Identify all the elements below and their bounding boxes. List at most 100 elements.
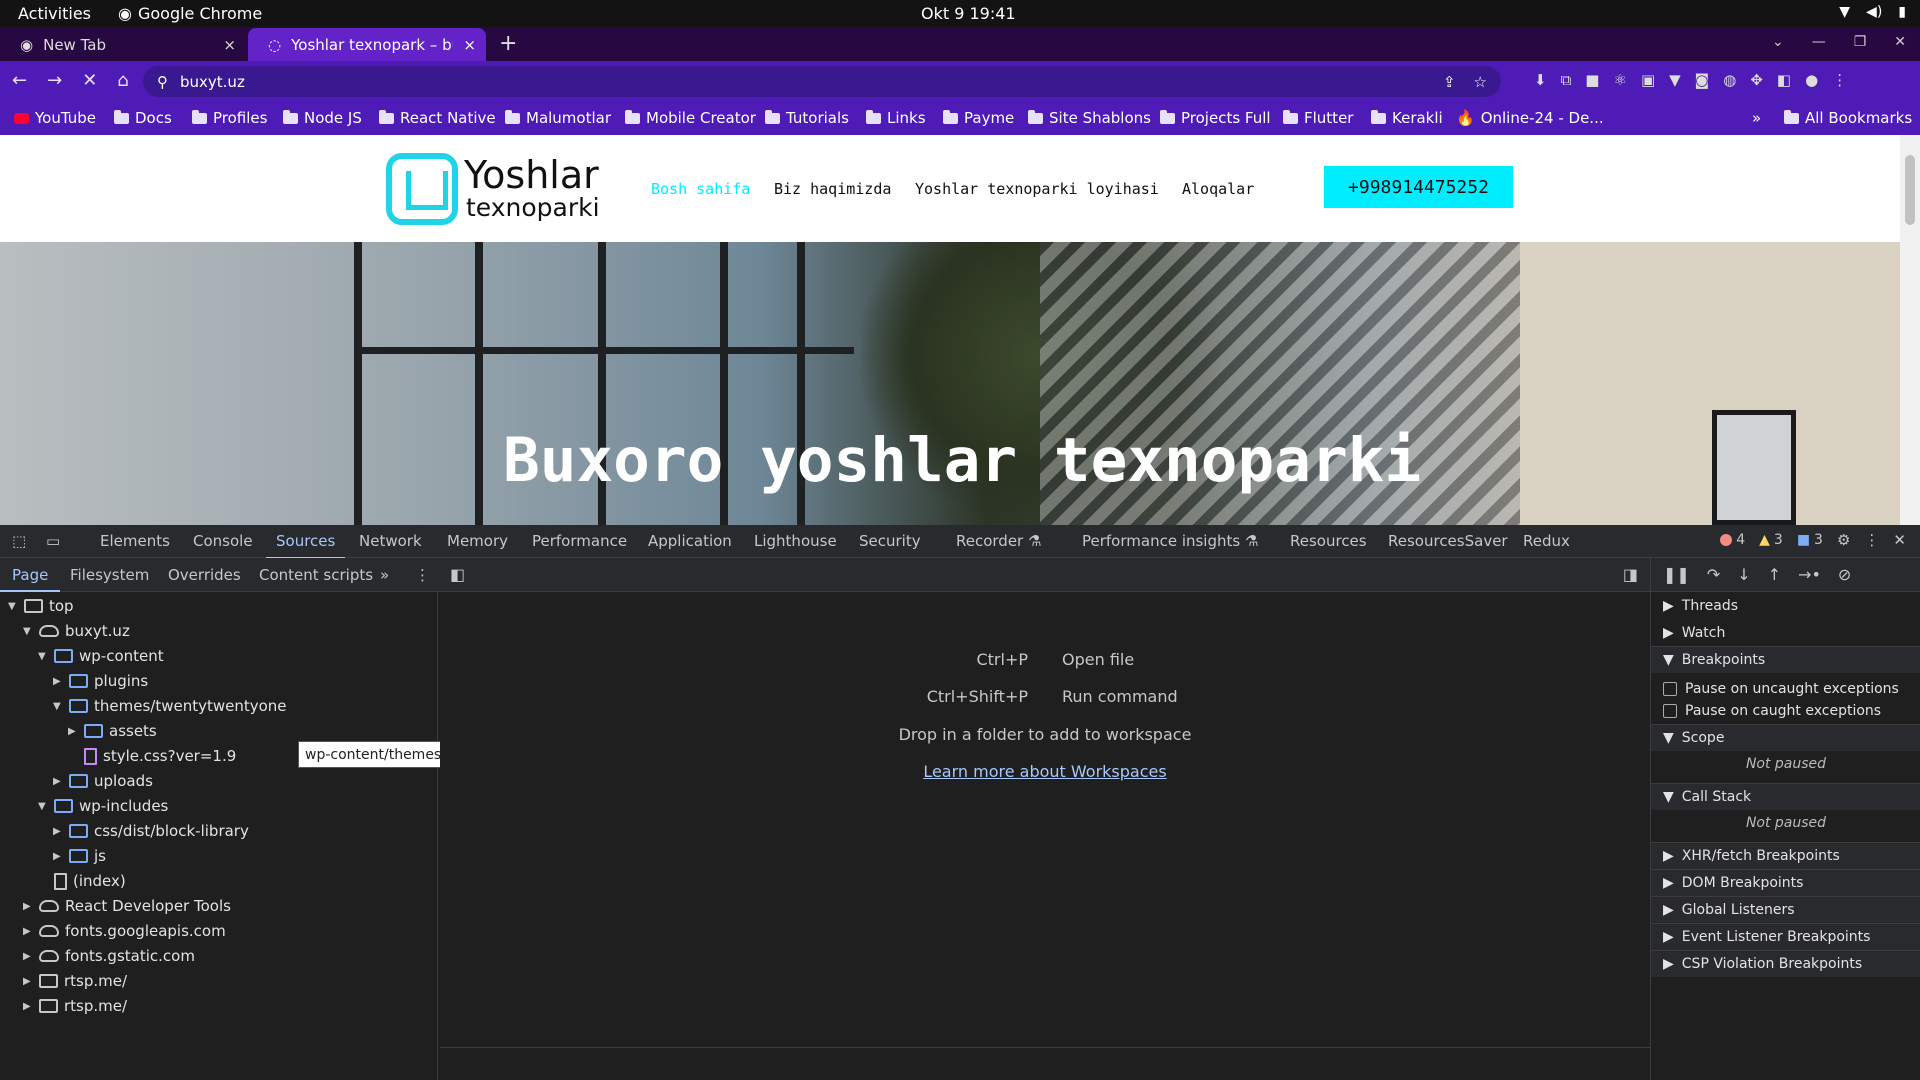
tree-item[interactable]: ▶ assets	[68, 720, 157, 742]
devtools-tab-network[interactable]: Network	[359, 532, 422, 550]
section-xhr-breakpoints[interactable]: ▶ XHR/fetch Breakpoints	[1651, 842, 1920, 869]
new-tab-button[interactable]: +	[499, 31, 517, 56]
react-devtools-icon[interactable]: ⚛	[1613, 71, 1626, 89]
address-bar[interactable]: ⚲ buxyt.uz ⇪ ☆	[143, 66, 1501, 97]
nav-link-project[interactable]: Yoshlar texnoparki loyihasi	[915, 180, 1159, 198]
tree-item[interactable]: ▼ buxyt.uz	[23, 620, 130, 642]
bookmark-item[interactable]: Kerakli	[1371, 109, 1443, 127]
tree-item[interactable]: (index)	[38, 870, 126, 892]
tree-item[interactable]: ▶ js	[53, 845, 106, 867]
vue-icon[interactable]: ▼	[1669, 71, 1681, 89]
translate-icon[interactable]: ⧉	[1561, 71, 1572, 89]
tree-item[interactable]: ▶ uploads	[53, 770, 153, 792]
close-icon[interactable]: ×	[223, 36, 236, 54]
logo-title[interactable]: Yoshlar	[464, 153, 599, 197]
page-scrollbar[interactable]	[1900, 135, 1920, 525]
extension-icon[interactable]: ■	[1585, 71, 1599, 89]
active-app[interactable]: ◉ Google Chrome	[118, 4, 262, 23]
warning-count-badge[interactable]: ▲ 3	[1759, 532, 1783, 548]
bookmark-star-icon[interactable]: ☆	[1474, 73, 1487, 91]
bookmark-item[interactable]: Payme	[943, 109, 1014, 127]
stop-icon[interactable]: ✕	[82, 70, 97, 91]
section-scope[interactable]: ▼ Scope	[1651, 724, 1920, 751]
error-count-badge[interactable]: 4	[1720, 532, 1745, 548]
section-threads[interactable]: ▶ Threads	[1651, 592, 1920, 619]
forward-icon[interactable]: →	[47, 70, 62, 91]
tree-item[interactable]: ▼ wp-content	[38, 645, 164, 667]
bookmark-item[interactable]: Node JS	[283, 109, 362, 127]
download-icon[interactable]: ⬇	[1534, 71, 1547, 89]
device-toolbar-icon[interactable]: ▭	[46, 532, 60, 550]
toggle-debugger-icon[interactable]: ◨	[1623, 565, 1638, 584]
step-icon[interactable]: →•	[1798, 565, 1821, 584]
step-over-icon[interactable]: ↷	[1707, 565, 1720, 584]
devtools-tab-elements[interactable]: Elements	[100, 532, 170, 550]
learn-more-link[interactable]: Learn more about Workspaces	[440, 762, 1650, 781]
devtools-tab-console[interactable]: Console	[193, 532, 253, 550]
minimize-icon[interactable]: —	[1812, 34, 1826, 50]
bookmark-item[interactable]: Profiles	[192, 109, 267, 127]
phone-button[interactable]: +998914475252	[1324, 166, 1513, 208]
pause-icon[interactable]: ❚❚	[1663, 565, 1690, 584]
more-menu-icon[interactable]: ⋮	[1832, 71, 1847, 89]
tab-page[interactable]: Page	[0, 566, 61, 592]
share-icon[interactable]: ⇪	[1443, 73, 1456, 91]
tree-item[interactable]: ▶ fonts.googleapis.com	[23, 920, 226, 942]
devtools-tab-memory[interactable]: Memory	[447, 532, 508, 550]
devtools-tab-sources[interactable]: Sources	[265, 532, 346, 559]
bookmark-item[interactable]: React Native	[379, 109, 496, 127]
devtools-tab-performance[interactable]: Performance	[532, 532, 627, 550]
system-tray[interactable]: ▼ ◀) ▮	[1839, 4, 1906, 20]
devtools-menu-icon[interactable]: ⋮	[1864, 531, 1879, 549]
bookmark-item[interactable]: Links	[866, 109, 926, 127]
navigator-menu-icon[interactable]: ⋮	[415, 566, 430, 584]
save-icon[interactable]: ▣	[1641, 71, 1655, 89]
wappalyzer-icon[interactable]: ◍	[1723, 71, 1736, 89]
step-into-icon[interactable]: ↓	[1737, 565, 1750, 584]
bookmarks-more-button[interactable]: »	[1752, 109, 1761, 127]
deactivate-breakpoints-icon[interactable]: ⊘	[1838, 565, 1851, 584]
settings-gear-icon[interactable]: ⚙	[1837, 531, 1850, 549]
tree-item[interactable]: style.css?ver=1.9	[68, 745, 236, 767]
tree-item[interactable]: ▼ top	[8, 595, 74, 617]
tab-active-site[interactable]: ◌ Yoshlar texnopark – buxyt.uz ×	[248, 28, 486, 61]
url-text[interactable]: buxyt.uz	[180, 73, 245, 91]
bookmark-item[interactable]: Tutorials	[765, 109, 849, 127]
toggle-navigator-icon[interactable]: ◧	[450, 565, 465, 584]
profile-avatar[interactable]: ●	[1805, 71, 1818, 89]
site-logo-icon[interactable]	[386, 153, 458, 225]
tree-item[interactable]: ▼ themes/twentytwentyone	[53, 695, 287, 717]
devtools-tab-recorder[interactable]: Recorder ⚗	[956, 532, 1041, 550]
side-panel-icon[interactable]: ◧	[1777, 71, 1791, 89]
tab-content-scripts[interactable]: Content scripts	[259, 566, 373, 584]
devtools-tab-lighthouse[interactable]: Lighthouse	[754, 532, 837, 550]
nav-link-contacts[interactable]: Aloqalar	[1182, 180, 1254, 198]
tree-item[interactable]: ▶ css/dist/block-library	[53, 820, 249, 842]
section-breakpoints[interactable]: ▼ Breakpoints	[1651, 646, 1920, 673]
nav-link-home[interactable]: Bosh sahifa	[651, 180, 750, 198]
inspect-element-icon[interactable]: ⬚	[12, 532, 26, 550]
close-devtools-icon[interactable]: ✕	[1893, 531, 1906, 549]
clock[interactable]: Okt 9 19:41	[921, 4, 1016, 23]
back-icon[interactable]: ←	[12, 70, 27, 91]
step-out-icon[interactable]: ↑	[1768, 565, 1781, 584]
nav-link-about[interactable]: Biz haqimizda	[774, 180, 891, 198]
devtools-tab-security[interactable]: Security	[859, 532, 921, 550]
devtools-tab-redux[interactable]: Redux	[1523, 532, 1570, 550]
tree-item[interactable]: ▶ plugins	[53, 670, 148, 692]
devtools-tab-resources[interactable]: Resources	[1290, 532, 1367, 550]
bookmark-item[interactable]: 🔥 Online-24 - De...	[1456, 109, 1604, 127]
tab-filesystem[interactable]: Filesystem	[70, 566, 149, 584]
pause-caught-checkbox[interactable]: Pause on caught exceptions	[1651, 697, 1920, 724]
tree-item[interactable]: ▼ wp-includes	[38, 795, 168, 817]
section-dom-breakpoints[interactable]: ▶ DOM Breakpoints	[1651, 869, 1920, 896]
activities-button[interactable]: Activities	[18, 4, 91, 23]
tab-search-icon[interactable]: ⌄	[1772, 34, 1784, 50]
tree-item[interactable]: ▶ fonts.gstatic.com	[23, 945, 195, 967]
camera-icon[interactable]: ◙	[1695, 71, 1710, 89]
message-count-badge[interactable]: ■ 3	[1797, 532, 1823, 548]
section-call-stack[interactable]: ▼ Call Stack	[1651, 783, 1920, 810]
bookmark-item[interactable]: Site Shablons	[1028, 109, 1151, 127]
more-tabs-button[interactable]: »	[380, 566, 389, 584]
tree-item[interactable]: ▶ rtsp.me/	[23, 995, 127, 1017]
